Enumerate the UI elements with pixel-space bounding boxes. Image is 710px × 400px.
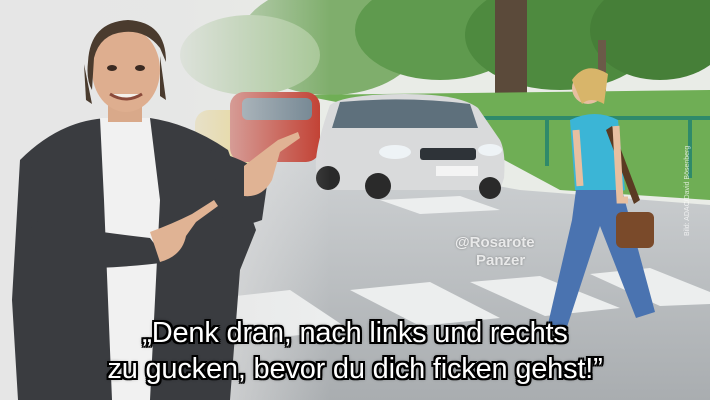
photo-credit: Bild: ADAC/David Bösenberg xyxy=(684,145,691,236)
meme-image: @Rosarote Panzer Bild: ADAC/David Bösenb… xyxy=(0,0,710,400)
watermark-handle: @Rosarote xyxy=(455,234,535,251)
caption-line-1: „Denk dran, nach links und rechts xyxy=(142,317,568,349)
silver-car xyxy=(315,94,505,199)
caption-line-2: zu gucken, bevor du dich ficken gehst!” xyxy=(107,353,603,385)
watermark-name: Panzer xyxy=(476,252,526,269)
